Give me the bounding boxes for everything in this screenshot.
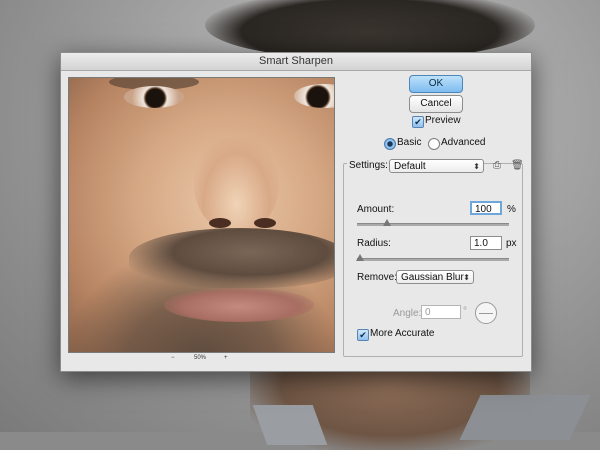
radius-label: Radius:: [357, 238, 391, 249]
angle-label: Angle:: [393, 308, 422, 319]
more-accurate-label: More Accurate: [370, 328, 435, 339]
remove-label: Remove:: [357, 272, 398, 283]
cancel-button[interactable]: Cancel: [409, 95, 463, 113]
chevron-updown-icon: ⬍: [463, 273, 470, 282]
preview-moustache: [129, 228, 334, 288]
smart-sharpen-dialog: Smart Sharpen − 50% + OK Cancel ✔ Previe…: [60, 52, 532, 372]
basic-radio[interactable]: [384, 138, 396, 150]
zoom-out-button[interactable]: −: [171, 355, 175, 361]
amount-label: Amount:: [357, 204, 395, 215]
advanced-label: Advanced: [441, 137, 486, 148]
preview-checkbox[interactable]: ✔: [412, 116, 424, 128]
preview-eye-left: [124, 86, 184, 108]
amount-unit: %: [507, 204, 516, 215]
settings-label: Settings:: [347, 160, 390, 171]
preview-lips: [164, 288, 314, 322]
zoom-level: 50%: [194, 355, 207, 361]
angle-unit: °: [463, 306, 467, 317]
trash-icon[interactable]: 🗑: [511, 160, 524, 171]
amount-slider-track[interactable]: [357, 223, 509, 226]
more-accurate-checkbox[interactable]: ✔: [357, 329, 369, 341]
radius-slider-track[interactable]: [357, 258, 509, 261]
dialog-title: Smart Sharpen: [259, 55, 333, 67]
remove-select[interactable]: Gaussian Blur ⬍: [396, 270, 474, 284]
dialog-titlebar[interactable]: Smart Sharpen: [61, 53, 531, 71]
angle-input[interactable]: 0: [421, 305, 461, 319]
remove-select-value: Gaussian Blur: [401, 272, 464, 283]
settings-select[interactable]: Default ⬍: [389, 159, 484, 173]
ok-button[interactable]: OK: [409, 75, 463, 93]
amount-input[interactable]: 100: [470, 201, 502, 215]
basic-label: Basic: [397, 137, 422, 148]
preview-image[interactable]: [68, 77, 335, 353]
preview-nostril-right: [254, 218, 276, 228]
zoom-in-button[interactable]: +: [224, 355, 228, 361]
background-shirt-right: [459, 395, 591, 440]
zoom-bar: − 50% +: [68, 353, 333, 367]
chevron-updown-icon: ⬍: [473, 162, 480, 171]
radius-unit: px: [506, 238, 517, 249]
preview-label: Preview: [425, 115, 461, 126]
radius-slider-thumb[interactable]: [356, 254, 365, 261]
angle-dial-icon[interactable]: [475, 302, 497, 324]
save-preset-icon[interactable]: ⎙: [493, 160, 501, 171]
preview-nostril-left: [209, 218, 231, 228]
amount-slider-thumb[interactable]: [383, 219, 392, 226]
settings-select-value: Default: [394, 161, 426, 172]
preview-eye-right: [294, 84, 334, 108]
radius-input[interactable]: 1.0: [470, 236, 502, 250]
advanced-radio[interactable]: [428, 138, 440, 150]
